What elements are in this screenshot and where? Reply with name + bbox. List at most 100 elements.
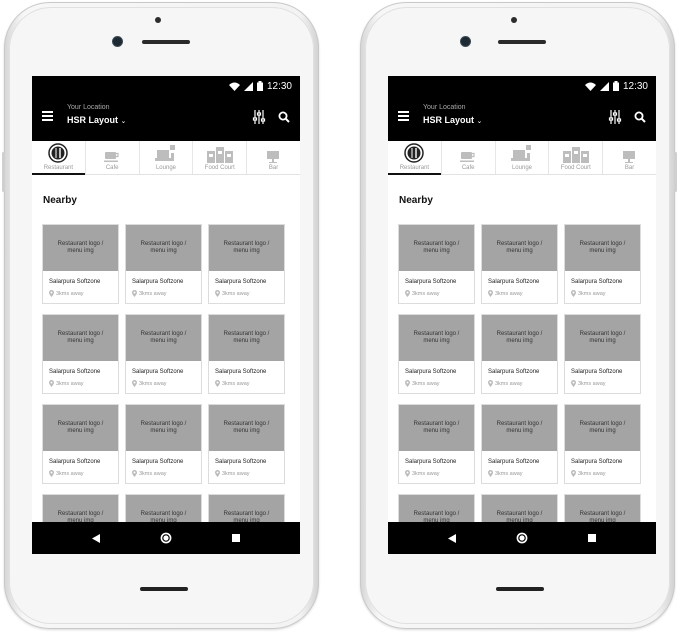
search-icon[interactable]	[278, 111, 290, 123]
restaurant-card[interactable]: Restaurant logo / menu img Salarpura Sof…	[208, 314, 285, 394]
tab-label: Restaurant	[43, 165, 74, 171]
restaurant-image-placeholder: Restaurant logo / menu img	[43, 315, 118, 361]
status-time: 12:30	[266, 80, 292, 92]
location-pin-icon	[49, 290, 54, 297]
location-label: Your Location	[423, 104, 466, 111]
restaurant-card[interactable]: Restaurant logo / menu img Salarpura Sof…	[564, 404, 641, 484]
restaurant-distance: 3kms away	[571, 470, 640, 477]
restaurant-card[interactable]: Restaurant logo / menu img Salarpura Sof…	[125, 224, 202, 304]
filter-sliders-icon[interactable]	[252, 110, 266, 124]
hamburger-menu-icon[interactable]	[42, 111, 53, 121]
restaurant-image-placeholder: Restaurant logo / menu img	[399, 405, 474, 451]
restaurant-image-placeholder: Restaurant logo / menu img	[565, 225, 640, 271]
restaurant-distance: 3kms away	[49, 290, 118, 297]
restaurant-card[interactable]: Restaurant logo / menu img Salarpura Sof…	[208, 224, 285, 304]
distance-text: 3kms away	[412, 470, 440, 477]
recents-icon[interactable]	[588, 534, 597, 542]
restaurant-card[interactable]: Restaurant logo / menu img Salarpura Sof…	[42, 404, 119, 484]
earpiece-speaker	[142, 40, 190, 44]
restaurant-image-placeholder: Restaurant logo / menu img	[482, 225, 557, 271]
app-header: Your Location HSR Layout ⌄	[388, 96, 656, 141]
restaurant-image-placeholder: Restaurant logo / menu img	[209, 405, 284, 451]
restaurant-name: Salarpura Softzone	[571, 279, 623, 285]
restaurant-card[interactable]: Restaurant logo / menu img Salarpura Sof…	[481, 224, 558, 304]
restaurant-name: Salarpura Softzone	[405, 279, 457, 285]
location-selector[interactable]: HSR Layout ⌄	[423, 115, 482, 125]
tab-food-court[interactable]: Food Court	[193, 141, 248, 174]
restaurant-name: Salarpura Softzone	[571, 369, 623, 375]
restaurant-image-placeholder: Restaurant logo / menu img	[126, 225, 201, 271]
restaurant-card[interactable]: Restaurant logo / menu img Salarpura Sof…	[42, 314, 119, 394]
restaurant-card[interactable]: Restaurant logo / menu img Salarpura Sof…	[208, 404, 285, 484]
distance-text: 3kms away	[222, 470, 250, 477]
distance-text: 3kms away	[578, 470, 606, 477]
distance-text: 3kms away	[56, 470, 84, 477]
distance-text: 3kms away	[495, 290, 523, 297]
location-selector[interactable]: HSR Layout ⌄	[67, 115, 126, 125]
tab-lounge[interactable]: Lounge	[496, 141, 550, 174]
location-pin-icon	[405, 380, 410, 387]
back-icon[interactable]	[447, 533, 457, 543]
tab-lounge[interactable]: Lounge	[140, 141, 194, 174]
tab-restaurant[interactable]: Restaurant	[32, 141, 86, 175]
location-pin-icon	[132, 290, 137, 297]
restaurant-card[interactable]: Restaurant logo / menu img Salarpura Sof…	[125, 314, 202, 394]
filter-sliders-icon[interactable]	[608, 110, 622, 124]
restaurant-grid: Restaurant logo / menu img Salarpura Sof…	[398, 224, 642, 554]
signal-icon	[599, 81, 609, 91]
distance-text: 3kms away	[578, 380, 606, 387]
restaurant-card[interactable]: Restaurant logo / menu img Salarpura Sof…	[398, 224, 475, 304]
location-pin-icon	[215, 380, 220, 387]
restaurant-card[interactable]: Restaurant logo / menu img Salarpura Sof…	[564, 224, 641, 304]
distance-text: 3kms away	[412, 290, 440, 297]
restaurant-card[interactable]: Restaurant logo / menu img Salarpura Sof…	[481, 404, 558, 484]
tab-cafe[interactable]: Cafe	[86, 141, 140, 174]
search-icon[interactable]	[634, 111, 646, 123]
restaurant-card[interactable]: Restaurant logo / menu img Salarpura Sof…	[564, 314, 641, 394]
restaurant-image-placeholder: Restaurant logo / menu img	[209, 225, 284, 271]
food-court-icon	[562, 147, 589, 163]
tab-bar[interactable]: Bar	[247, 141, 300, 174]
cafe-icon	[460, 152, 475, 162]
location-pin-icon	[49, 470, 54, 477]
restaurant-distance: 3kms away	[49, 380, 118, 387]
restaurant-distance: 3kms away	[571, 290, 640, 297]
restaurant-name: Salarpura Softzone	[571, 459, 623, 465]
proximity-sensor	[511, 17, 517, 23]
restaurant-card[interactable]: Restaurant logo / menu img Salarpura Sof…	[125, 404, 202, 484]
home-icon[interactable]	[516, 532, 528, 544]
tab-restaurant[interactable]: Restaurant	[388, 141, 442, 175]
location-pin-icon	[571, 380, 576, 387]
location-pin-icon	[215, 470, 220, 477]
distance-text: 3kms away	[412, 380, 440, 387]
restaurant-distance: 3kms away	[405, 290, 474, 297]
back-icon[interactable]	[91, 533, 101, 543]
restaurant-card[interactable]: Restaurant logo / menu img Salarpura Sof…	[398, 404, 475, 484]
distance-text: 3kms away	[139, 290, 167, 297]
restaurant-image-placeholder: Restaurant logo / menu img	[399, 315, 474, 361]
recents-icon[interactable]	[232, 534, 241, 542]
tab-label: Bar	[624, 165, 635, 171]
location-value: HSR Layout	[67, 115, 119, 125]
phone-mockup-left: 12:30 Your Location HSR Layout ⌄ Restaur…	[2, 2, 319, 629]
section-title: Nearby	[43, 195, 77, 206]
phone-mockup-right: 12:30 Your Location HSR Layout ⌄ Restaur…	[360, 2, 677, 629]
tab-label: Bar	[268, 165, 279, 171]
restaurant-distance: 3kms away	[132, 290, 201, 297]
android-nav-bar	[32, 522, 300, 554]
tab-food-court[interactable]: Food Court	[549, 141, 604, 174]
hamburger-menu-icon[interactable]	[398, 111, 409, 121]
earpiece-speaker	[498, 40, 546, 44]
restaurant-card[interactable]: Restaurant logo / menu img Salarpura Sof…	[481, 314, 558, 394]
restaurant-card[interactable]: Restaurant logo / menu img Salarpura Sof…	[42, 224, 119, 304]
restaurant-icon	[48, 143, 69, 163]
location-pin-icon	[405, 470, 410, 477]
restaurant-distance: 3kms away	[49, 470, 118, 477]
restaurant-card[interactable]: Restaurant logo / menu img Salarpura Sof…	[398, 314, 475, 394]
location-pin-icon	[571, 290, 576, 297]
home-icon[interactable]	[160, 532, 172, 544]
tab-bar[interactable]: Bar	[603, 141, 656, 174]
proximity-sensor	[155, 17, 161, 23]
tab-cafe[interactable]: Cafe	[442, 141, 496, 174]
cafe-icon	[104, 152, 119, 162]
